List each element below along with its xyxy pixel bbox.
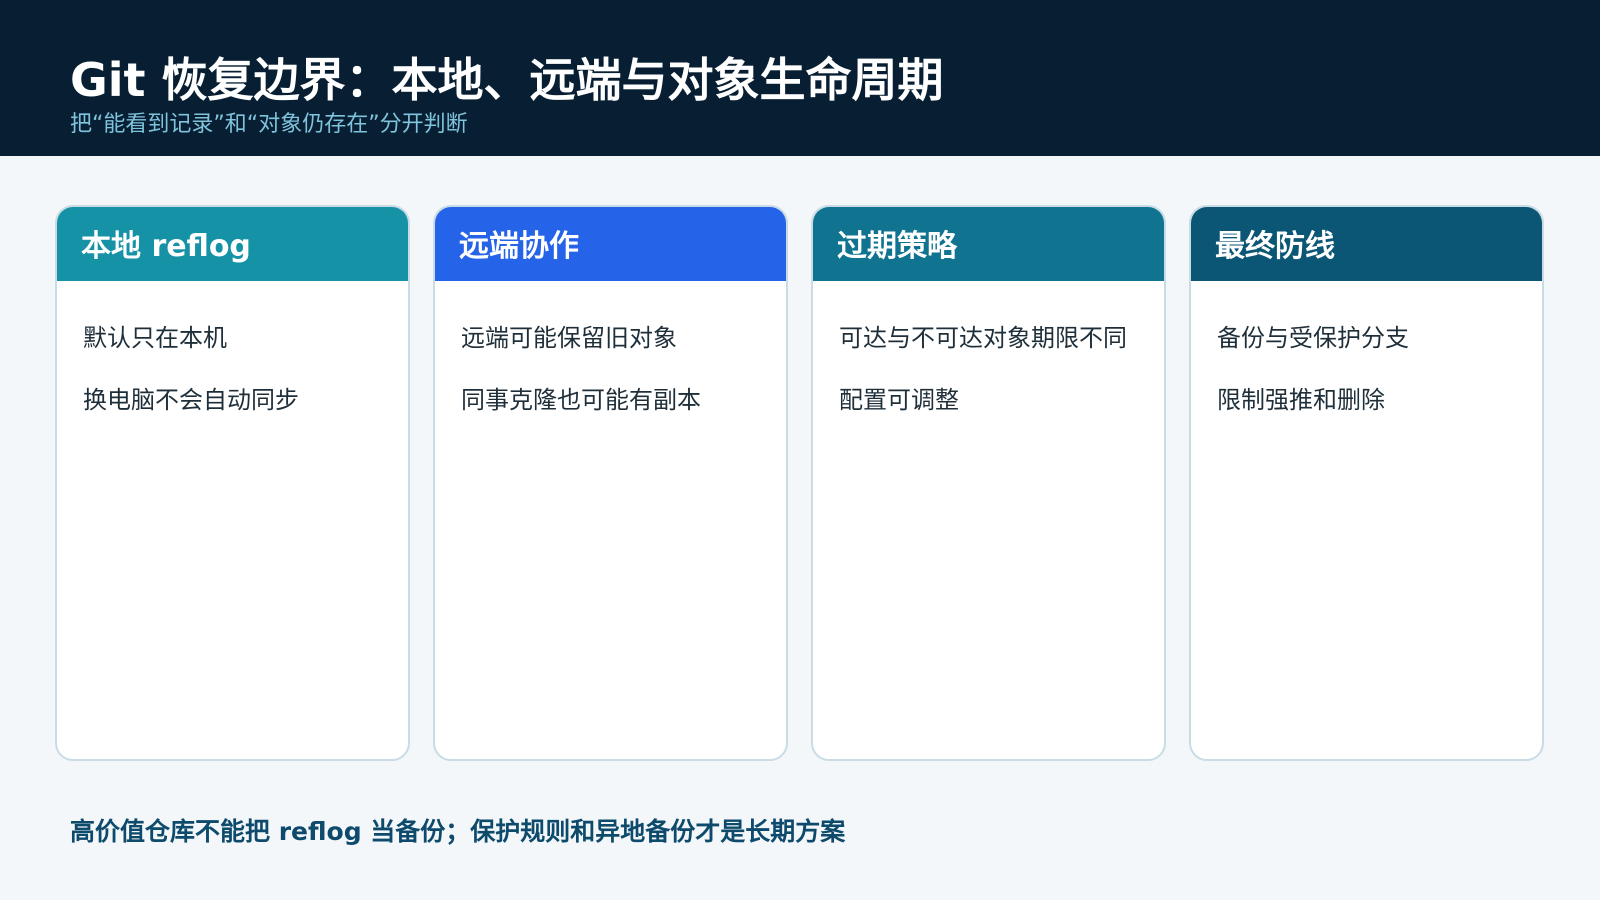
card-header: 最终防线: [1191, 207, 1542, 281]
card-item: 配置可调整: [839, 386, 959, 414]
page-title: Git 恢复边界：本地、远端与对象生命周期: [70, 53, 944, 107]
card-item: 换电脑不会自动同步: [83, 386, 299, 414]
card-body: 备份与受保护分支 限制强推和删除: [1191, 281, 1542, 421]
card-item: 可达与不可达对象期限不同: [839, 324, 1127, 352]
card-body: 远端可能保留旧对象 同事克隆也可能有副本: [435, 281, 786, 421]
card-local-reflog: 本地 reflog 默认只在本机 换电脑不会自动同步: [55, 205, 410, 761]
card-item: 远端可能保留旧对象: [461, 324, 677, 352]
card-header: 过期策略: [813, 207, 1164, 281]
card-item: 限制强推和删除: [1217, 386, 1385, 414]
card-title: 远端协作: [459, 229, 579, 264]
card-header: 远端协作: [435, 207, 786, 281]
header-banner: Git 恢复边界：本地、远端与对象生命周期 把“能看到记录”和“对象仍存在”分开…: [0, 0, 1600, 156]
card-last-defense: 最终防线 备份与受保护分支 限制强推和删除: [1189, 205, 1544, 761]
card-item: 备份与受保护分支: [1217, 324, 1409, 352]
card-body: 默认只在本机 换电脑不会自动同步: [57, 281, 408, 421]
footer-note: 高价值仓库不能把 reflog 当备份；保护规则和异地备份才是长期方案: [70, 817, 846, 846]
card-row: 本地 reflog 默认只在本机 换电脑不会自动同步 远端协作 远端可能保留旧对…: [55, 205, 1544, 761]
card-body: 可达与不可达对象期限不同 配置可调整: [813, 281, 1164, 421]
card-remote-collab: 远端协作 远端可能保留旧对象 同事克隆也可能有副本: [433, 205, 788, 761]
card-item: 默认只在本机: [83, 324, 227, 352]
card-title: 过期策略: [837, 229, 957, 264]
page-subtitle: 把“能看到记录”和“对象仍存在”分开判断: [70, 112, 468, 137]
card-title: 最终防线: [1215, 229, 1335, 264]
card-title: 本地 reflog: [81, 229, 251, 264]
card-header: 本地 reflog: [57, 207, 408, 281]
card-item: 同事克隆也可能有副本: [461, 386, 701, 414]
card-expiry-policy: 过期策略 可达与不可达对象期限不同 配置可调整: [811, 205, 1166, 761]
